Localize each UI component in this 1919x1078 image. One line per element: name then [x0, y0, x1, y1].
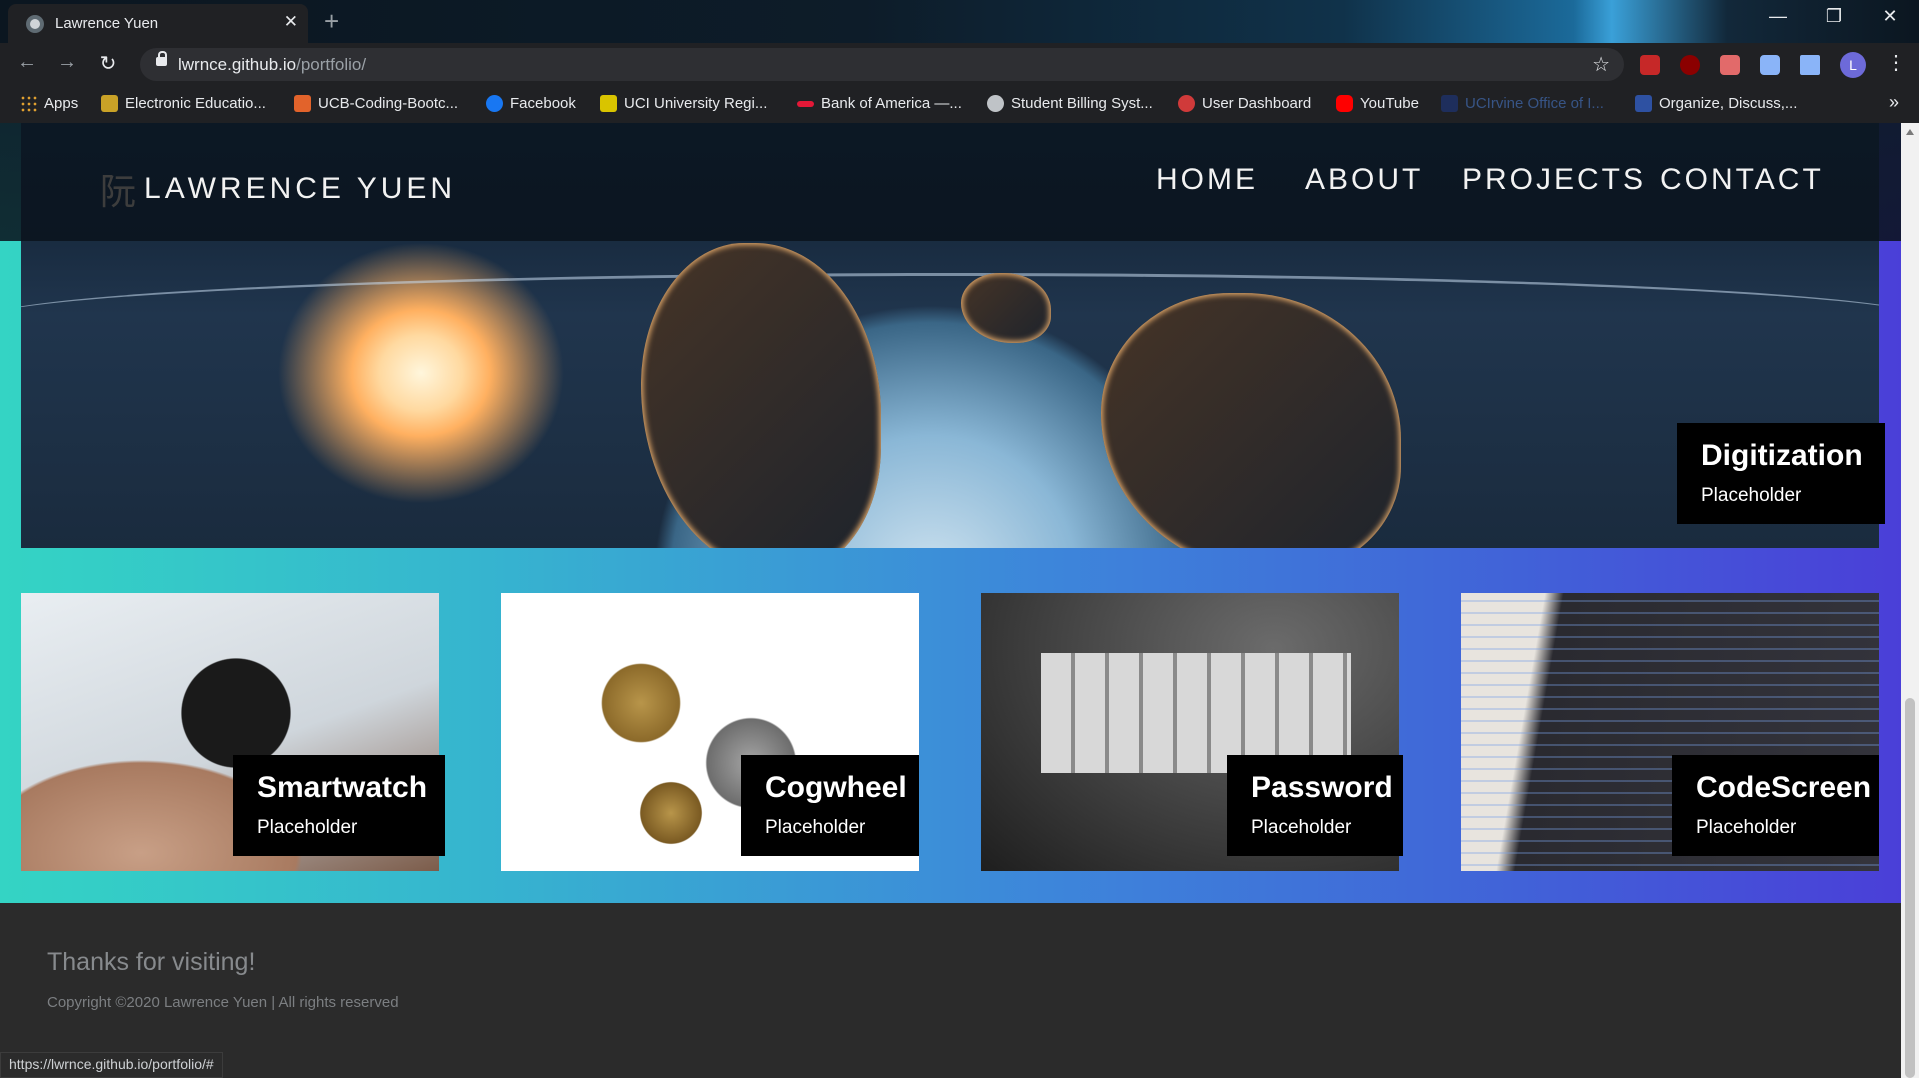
- bookmark-youtube[interactable]: YouTube: [1336, 95, 1419, 112]
- page-scrollbar[interactable]: [1901, 123, 1919, 1078]
- back-arrow-icon[interactable]: ←: [12, 51, 42, 74]
- nav-home-link[interactable]: HOME: [1156, 163, 1258, 197]
- reg-icon: [600, 95, 617, 112]
- bookmark-uci-registrar[interactable]: UCI University Regi...: [600, 95, 767, 112]
- reload-icon[interactable]: ↻: [93, 51, 123, 76]
- bookmark-electronic-education[interactable]: Electronic Educatio...: [101, 95, 266, 112]
- hero-subtitle: Placeholder: [1701, 485, 1802, 506]
- project-card-cogwheel[interactable]: Cogwheel Placeholder: [501, 593, 919, 871]
- card-title: Smartwatch: [257, 771, 428, 804]
- nav-contact-link[interactable]: CONTACT: [1660, 163, 1824, 197]
- dashboard-icon: [1178, 95, 1195, 112]
- card-caption: Cogwheel Placeholder: [741, 755, 919, 856]
- page-viewport: Digitization Placeholder Smartwatch Plac…: [0, 123, 1901, 1078]
- profile-avatar[interactable]: L: [1840, 52, 1866, 78]
- site-footer: Thanks for visiting! Copyright ©2020 Law…: [0, 903, 1901, 1078]
- address-bar[interactable]: lwrnce.github.io/portfolio/ ☆: [140, 48, 1624, 81]
- extension-cast-icon[interactable]: [1720, 55, 1740, 75]
- address-url[interactable]: lwrnce.github.io/portfolio/: [178, 55, 366, 75]
- card-title: CodeScreen: [1696, 771, 1872, 804]
- card-title: Cogwheel: [765, 771, 907, 804]
- footer-thanks: Thanks for visiting!: [47, 948, 256, 976]
- forward-arrow-icon[interactable]: →: [52, 51, 82, 74]
- scroll-up-arrow-icon[interactable]: [1906, 129, 1914, 135]
- project-card-smartwatch[interactable]: Smartwatch Placeholder: [21, 593, 445, 871]
- tab-close-icon[interactable]: ✕: [284, 12, 298, 32]
- nav-projects-link[interactable]: PROJECTS: [1462, 163, 1646, 197]
- close-window-icon[interactable]: ✕: [1862, 6, 1918, 27]
- scrollbar-thumb[interactable]: [1905, 698, 1915, 1078]
- reading-list-icon[interactable]: [1800, 55, 1820, 75]
- project-card-codescreen[interactable]: CodeScreen Placeholder: [1461, 593, 1879, 871]
- card-title: Password: [1251, 771, 1393, 804]
- brand-name: LAWRENCE YUEN: [144, 172, 457, 205]
- bookmark-myanimelist[interactable]: Organize, Discuss,...: [1635, 95, 1797, 112]
- bookmark-bank-of-america[interactable]: Bank of America —...: [797, 95, 962, 112]
- bookmark-apps[interactable]: Apps: [20, 95, 78, 112]
- nav-about-link[interactable]: ABOUT: [1305, 163, 1423, 197]
- extension-red-icon[interactable]: [1640, 55, 1660, 75]
- bookmark-ucb-coding-bootcamp[interactable]: UCB-Coding-Bootc...: [294, 95, 458, 112]
- youtube-icon: [1336, 95, 1353, 112]
- minimize-window-icon[interactable]: —: [1750, 6, 1806, 27]
- restore-window-icon[interactable]: ❐: [1806, 6, 1862, 27]
- bookmark-facebook[interactable]: Facebook: [486, 95, 576, 112]
- card-subtitle: Placeholder: [257, 817, 358, 838]
- browser-tab-active[interactable]: Lawrence Yuen ✕: [8, 4, 308, 43]
- browser-menu-icon[interactable]: ⋮: [1886, 50, 1906, 75]
- card-subtitle: Placeholder: [1696, 817, 1797, 838]
- bookmarks-bar: Apps Electronic Educatio... UCB-Coding-B…: [0, 86, 1919, 123]
- link-status-bar: https://lwrnce.github.io/portfolio/#: [0, 1052, 223, 1078]
- brand-glyph: 阮: [100, 172, 141, 213]
- ublock-origin-icon[interactable]: [1680, 55, 1700, 75]
- footer-copyright: Copyright ©2020 Lawrence Yuen | All righ…: [47, 994, 399, 1011]
- tab-title: Lawrence Yuen: [55, 15, 159, 32]
- lock-icon: [156, 51, 167, 66]
- card-subtitle: Placeholder: [1251, 817, 1352, 838]
- browser-tab-bar: Lawrence Yuen ✕ + — ❐ ✕: [0, 0, 1919, 43]
- card-caption: Smartwatch Placeholder: [233, 755, 445, 856]
- globe-icon: [987, 95, 1004, 112]
- bookmarks-overflow-icon[interactable]: »: [1889, 92, 1899, 113]
- mal-icon: [1635, 95, 1652, 112]
- project-card-password[interactable]: Password Placeholder: [981, 593, 1403, 871]
- site-brand[interactable]: 阮 LAWRENCE YUEN: [100, 163, 456, 215]
- card-subtitle: Placeholder: [765, 817, 866, 838]
- orbit-ring-decoration: [21, 273, 1879, 366]
- site-navbar: 阮 LAWRENCE YUEN HOME ABOUT PROJECTS CONT…: [0, 123, 1901, 241]
- bookmark-student-billing[interactable]: Student Billing Syst...: [987, 95, 1153, 112]
- hero-title: Digitization: [1701, 439, 1863, 472]
- gitlab-icon: [294, 95, 311, 112]
- globe-favicon-icon: [26, 15, 44, 33]
- bookmark-user-dashboard[interactable]: User Dashboard: [1178, 95, 1311, 112]
- extensions-puzzle-icon[interactable]: [1760, 55, 1780, 75]
- bookmark-star-icon[interactable]: ☆: [1592, 52, 1610, 77]
- uci-icon: [1441, 95, 1458, 112]
- new-tab-button[interactable]: +: [324, 6, 339, 37]
- facebook-icon: [486, 95, 503, 112]
- bookmark-uci-office[interactable]: UCIrvine Office of I...: [1441, 95, 1604, 112]
- bookmark-favicon-icon: [101, 95, 118, 112]
- hero-caption[interactable]: Digitization Placeholder: [1677, 423, 1885, 524]
- browser-toolbar: ← → ↻ lwrnce.github.io/portfolio/ ☆ L ⋮: [0, 43, 1919, 86]
- card-caption: Password Placeholder: [1227, 755, 1403, 856]
- apps-grid-icon: [20, 95, 37, 112]
- bank-icon: [797, 100, 814, 107]
- card-caption: CodeScreen Placeholder: [1672, 755, 1879, 856]
